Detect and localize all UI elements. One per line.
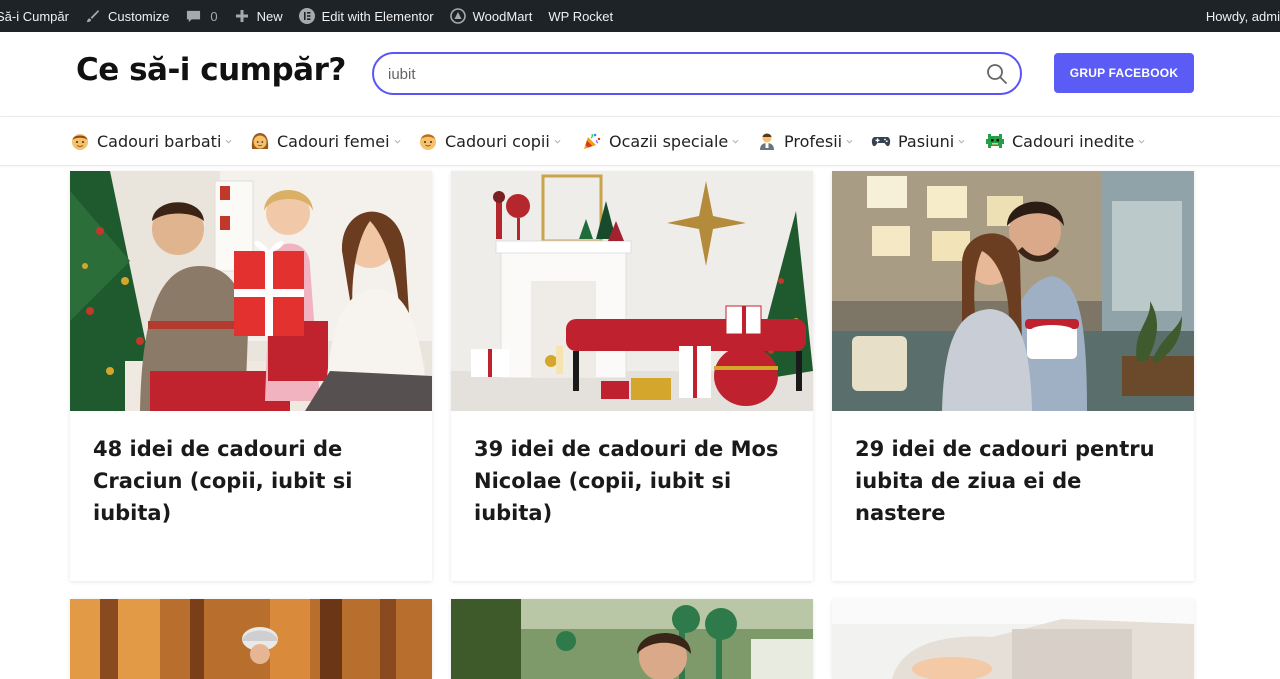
site-header: Ce să-i cumpăr? GRUP FACEBOOK: [0, 32, 1280, 117]
chevron-down-icon: [554, 139, 561, 143]
alien-monster-icon: [985, 131, 1005, 151]
admin-bar-customize[interactable]: Customize: [77, 0, 177, 32]
post-card[interactable]: 48 idei de cadouri de Craciun (copii, iu…: [70, 171, 432, 581]
nav-label: Ocazii speciale: [609, 131, 729, 151]
post-card[interactable]: 29 idei de cadouri pentru iubita de ziua…: [832, 171, 1194, 581]
edit-elementor-label: Edit with Elementor: [321, 8, 434, 24]
nav-label: Cadouri inedite: [1012, 131, 1135, 151]
post-card[interactable]: 39 idei de cadouri de Mos Nicolae (copii…: [451, 171, 813, 581]
search-icon[interactable]: [986, 63, 1008, 85]
brush-icon: [85, 8, 101, 24]
family-christmas-gift-photo[interactable]: [70, 171, 432, 411]
search-input[interactable]: [388, 64, 968, 84]
howdy-label: Howdy, admi: [1205, 8, 1280, 24]
nav-label: Pasiuni: [898, 131, 955, 151]
admin-bar-new[interactable]: New: [226, 0, 291, 32]
nav-label: Profesii: [784, 131, 843, 151]
man-outdoor-photo[interactable]: [451, 599, 813, 679]
nav-label: Cadouri femei: [277, 131, 390, 151]
admin-bar-wp-rocket[interactable]: WP Rocket: [540, 0, 621, 32]
couple-gift-photo[interactable]: [832, 171, 1194, 411]
child-emoji-icon: [418, 131, 438, 151]
party-popper-icon: [582, 131, 602, 151]
nav-item-cadouri-femei[interactable]: Cadouri femei: [250, 129, 401, 153]
chevron-down-icon: [732, 139, 739, 143]
chevron-down-icon: [225, 139, 232, 143]
admin-bar-site-name[interactable]: Să-i Cumpăr: [0, 0, 77, 32]
nav-item-ocazii-speciale[interactable]: Ocazii speciale: [582, 129, 739, 153]
worker-emoji-icon: [757, 131, 777, 151]
admin-bar-edit-elementor[interactable]: Edit with Elementor: [291, 0, 442, 32]
wp-admin-bar: Să-i Cumpăr Customize 0 New Edit with El…: [0, 0, 1280, 32]
post-card[interactable]: [70, 599, 432, 679]
admin-bar-comments[interactable]: 0: [177, 0, 225, 32]
bright-room-photo[interactable]: [832, 599, 1194, 679]
site-name-label: Să-i Cumpăr: [0, 8, 69, 24]
nav-label: Cadouri barbati: [97, 131, 222, 151]
man-emoji-icon: [70, 131, 90, 151]
wp-rocket-label: WP Rocket: [548, 8, 614, 24]
customize-label: Customize: [107, 8, 170, 24]
facebook-group-button[interactable]: GRUP FACEBOOK: [1054, 53, 1194, 93]
nav-item-cadouri-copii[interactable]: Cadouri copii: [418, 129, 561, 153]
nav-item-pasiuni[interactable]: Pasiuni: [871, 129, 965, 153]
admin-bar-howdy[interactable]: Howdy, admi: [1198, 0, 1280, 32]
chevron-down-icon: [958, 139, 965, 143]
search-box: [372, 52, 1022, 95]
christmas-room-decor-photo[interactable]: [451, 171, 813, 411]
nav-item-profesii[interactable]: Profesii: [757, 129, 853, 153]
woman-emoji-icon: [250, 131, 270, 151]
main-navigation: Cadouri barbati Cadouri femei Cadouri co…: [0, 117, 1280, 166]
chevron-down-icon: [846, 139, 853, 143]
new-label: New: [256, 8, 283, 24]
site-logo[interactable]: Ce să-i cumpăr?: [76, 52, 346, 88]
post-title[interactable]: 48 idei de cadouri de Craciun (copii, iu…: [93, 433, 413, 529]
chevron-down-icon: [394, 139, 400, 143]
woodmart-icon: [449, 8, 466, 24]
game-controller-icon: [871, 131, 891, 151]
plus-icon: [234, 8, 250, 24]
comments-count: 0: [210, 8, 218, 24]
post-title[interactable]: 29 idei de cadouri pentru iubita de ziua…: [855, 433, 1175, 529]
admin-bar-woodmart[interactable]: WoodMart: [442, 0, 541, 32]
post-title[interactable]: 39 idei de cadouri de Mos Nicolae (copii…: [474, 433, 794, 529]
nav-item-cadouri-barbati[interactable]: Cadouri barbati: [70, 129, 232, 153]
woodmart-label: WoodMart: [472, 8, 533, 24]
post-card[interactable]: [832, 599, 1194, 679]
cyclist-autumn-photo[interactable]: [70, 599, 432, 679]
comment-bubble-icon: [185, 8, 201, 24]
post-card[interactable]: [451, 599, 813, 679]
elementor-icon: [298, 8, 315, 24]
chevron-down-icon: [1138, 139, 1145, 143]
nav-label: Cadouri copii: [445, 131, 550, 151]
nav-item-cadouri-inedite[interactable]: Cadouri inedite: [985, 129, 1145, 153]
